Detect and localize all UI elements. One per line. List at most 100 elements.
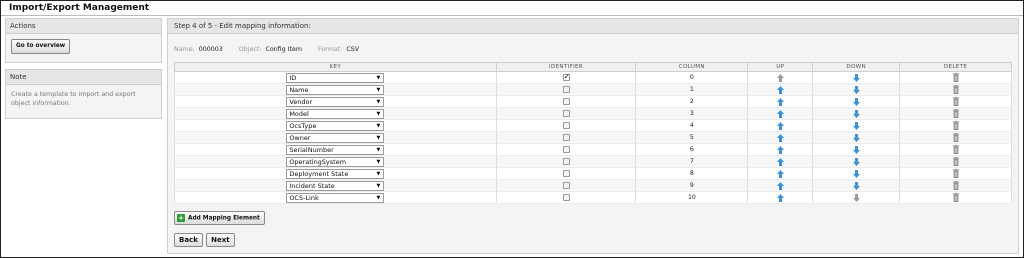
actions-box: Actions Go to overview <box>5 18 162 63</box>
identifier-checkbox[interactable] <box>562 97 570 105</box>
header-key: KEY <box>174 62 497 72</box>
name-value: 000003 <box>198 46 223 53</box>
trash-icon[interactable] <box>952 121 959 130</box>
move-up-icon[interactable] <box>776 193 784 202</box>
trash-icon[interactable] <box>952 85 959 94</box>
key-select[interactable]: Model ▼ <box>286 108 385 119</box>
up-cell <box>747 95 814 108</box>
column-cell: 5 <box>635 131 749 144</box>
plus-icon: + <box>177 214 185 222</box>
move-down-icon[interactable] <box>852 145 860 154</box>
identifier-checkbox[interactable] <box>562 109 570 117</box>
move-down-icon[interactable] <box>852 73 860 82</box>
identifier-cell <box>495 155 637 168</box>
sidebar: Actions Go to overview Note Create a tem… <box>5 18 162 125</box>
move-up-icon[interactable] <box>776 85 784 94</box>
key-select[interactable]: Owner ▼ <box>286 132 385 143</box>
key-select[interactable]: Incident State ▼ <box>286 180 385 191</box>
down-cell <box>812 191 901 204</box>
dropdown-arrow-icon: ▼ <box>376 146 381 153</box>
trash-icon[interactable] <box>952 169 959 178</box>
move-up-icon[interactable] <box>776 109 784 118</box>
dropdown-arrow-icon: ▼ <box>376 86 381 93</box>
key-select[interactable]: ID ▼ <box>286 72 385 83</box>
move-down-icon <box>852 193 860 202</box>
identifier-checkbox[interactable] <box>562 72 570 81</box>
table-row: Vendor ▼ 2 <box>174 95 1012 108</box>
identifier-checkbox[interactable] <box>562 169 570 177</box>
down-cell <box>812 107 901 120</box>
up-cell <box>747 131 814 144</box>
identifier-cell <box>495 167 637 180</box>
delete-cell <box>899 167 1012 180</box>
move-down-icon[interactable] <box>852 85 860 94</box>
column-cell: 4 <box>635 119 749 132</box>
move-down-icon[interactable] <box>852 97 860 106</box>
key-cell: OCS-Link ▼ <box>174 191 497 204</box>
key-select[interactable]: OcsType ▼ <box>286 120 385 131</box>
app-window: Import/Export Management Actions Go to o… <box>0 0 1024 258</box>
trash-icon[interactable] <box>952 133 959 142</box>
trash-icon[interactable] <box>952 193 959 202</box>
key-select[interactable]: Vendor ▼ <box>286 96 385 107</box>
dropdown-arrow-icon: ▼ <box>376 74 381 81</box>
mapping-table: KEY IDENTIFIER COLUMN UP DOWN DELETE ID ▼… <box>174 62 1012 204</box>
key-select-value: OperatingSystem <box>289 157 347 166</box>
identifier-cell <box>495 143 637 156</box>
key-select-value: Name <box>289 85 309 94</box>
identifier-checkbox[interactable] <box>562 121 570 129</box>
key-select[interactable]: OperatingSystem ▼ <box>286 156 385 167</box>
down-cell <box>812 71 901 84</box>
key-cell: Vendor ▼ <box>174 95 497 108</box>
note-title: Note <box>6 70 161 85</box>
identifier-checkbox[interactable] <box>562 157 570 165</box>
move-down-icon[interactable] <box>852 121 860 130</box>
dropdown-arrow-icon: ▼ <box>376 194 381 201</box>
back-button[interactable]: Back <box>174 233 203 247</box>
move-down-icon[interactable] <box>852 169 860 178</box>
trash-icon[interactable] <box>952 97 959 106</box>
move-up-icon[interactable] <box>776 133 784 142</box>
dropdown-arrow-icon: ▼ <box>376 122 381 129</box>
key-cell: Owner ▼ <box>174 131 497 144</box>
identifier-checkbox[interactable] <box>562 193 570 201</box>
key-select[interactable]: SerialNumber ▼ <box>286 144 385 155</box>
down-cell <box>812 83 901 96</box>
key-select[interactable]: Deployment State ▼ <box>286 168 385 179</box>
trash-icon[interactable] <box>952 109 959 118</box>
move-down-icon[interactable] <box>852 109 860 118</box>
column-cell: 3 <box>635 107 749 120</box>
move-up-icon[interactable] <box>776 181 784 190</box>
column-cell: 10 <box>635 191 749 204</box>
add-mapping-element-button[interactable]: + Add Mapping Element <box>174 211 265 225</box>
identifier-checkbox[interactable] <box>562 85 570 93</box>
key-select-value: Incident State <box>289 181 335 190</box>
trash-icon[interactable] <box>952 145 959 154</box>
wizard-navigation: Back Next <box>174 233 236 247</box>
trash-icon[interactable] <box>952 157 959 166</box>
trash-icon[interactable] <box>952 73 959 82</box>
move-up-icon[interactable] <box>776 97 784 106</box>
go-to-overview-button[interactable]: Go to overview <box>11 39 71 54</box>
move-up-icon[interactable] <box>776 157 784 166</box>
move-down-icon[interactable] <box>852 133 860 142</box>
move-up-icon[interactable] <box>776 145 784 154</box>
key-select[interactable]: Name ▼ <box>286 84 385 95</box>
up-cell <box>747 83 814 96</box>
up-cell <box>747 179 814 192</box>
column-value: 5 <box>689 134 694 141</box>
key-select[interactable]: OCS-Link ▼ <box>286 192 385 203</box>
identifier-checkbox[interactable] <box>562 145 570 153</box>
move-up-icon[interactable] <box>776 121 784 130</box>
identifier-checkbox[interactable] <box>562 181 570 189</box>
template-meta: Name: 000003 Object: Config Item Format:… <box>174 46 373 53</box>
move-up-icon[interactable] <box>776 169 784 178</box>
down-cell <box>812 143 901 156</box>
move-down-icon[interactable] <box>852 157 860 166</box>
key-cell: Incident State ▼ <box>174 179 497 192</box>
next-button[interactable]: Next <box>206 233 235 247</box>
move-down-icon[interactable] <box>852 181 860 190</box>
identifier-checkbox[interactable] <box>562 133 570 141</box>
delete-cell <box>899 131 1012 144</box>
trash-icon[interactable] <box>952 181 959 190</box>
